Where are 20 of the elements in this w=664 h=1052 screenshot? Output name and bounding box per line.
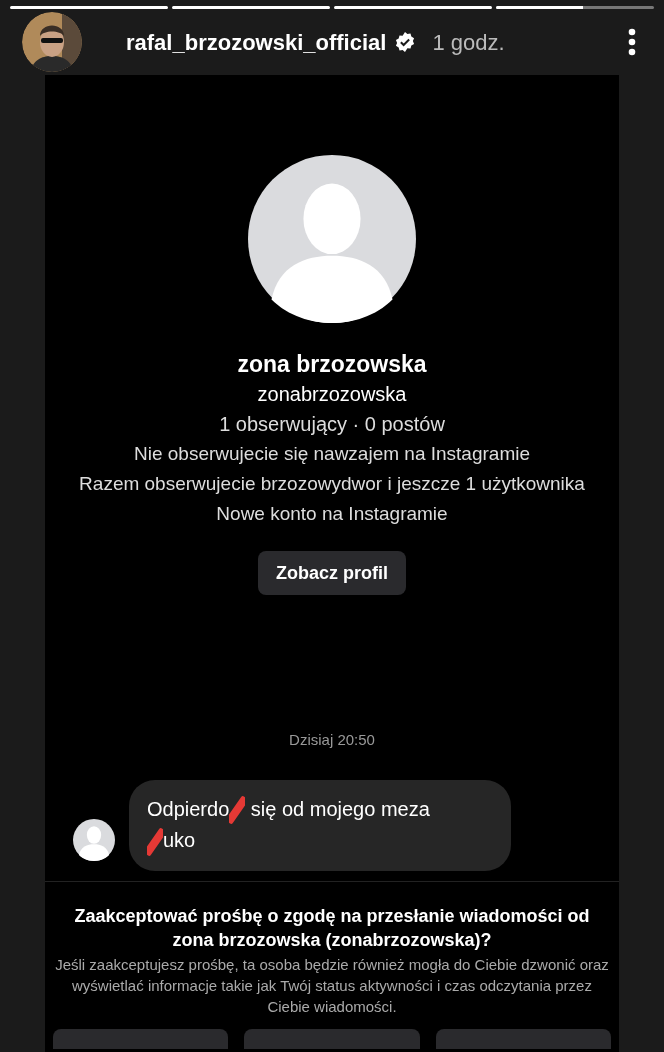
profile-handle: zonabrzozowska — [257, 382, 407, 407]
request-title: Zaakceptować prośbę o zgodę na przesłanie wiadomości od zona brzozowska (zonabrzozowska)? — [73, 904, 591, 952]
message-timestamp: Dzisiaj 20:50 — [289, 730, 375, 750]
profile-info: Nowe konto na Instagramie — [215, 502, 449, 526]
profile-stats: 1 obserwujący · 0 postów — [219, 412, 445, 437]
sender-avatar — [73, 818, 115, 861]
view-profile-button[interactable]: Zobacz profil — [258, 551, 406, 595]
message-text: Odpierdo — [147, 797, 230, 820]
action-button[interactable] — [244, 1028, 420, 1049]
action-button[interactable] — [53, 1028, 229, 1049]
message-text: się od mojego meza — [249, 797, 430, 820]
action-button[interactable] — [435, 1028, 611, 1049]
request-description: Jeśli zaakceptujesz prośbę, ta osoba będzie również mogła do Ciebie dzwonić oraz wyświetlać informacje takie jak Twój status aktywności i czas odczytania przez Ciebie wiadomości. — [54, 954, 610, 1017]
message-text: uko — [163, 829, 196, 852]
username[interactable]: rafal_brzozowski_official — [126, 25, 387, 59]
more-options-icon[interactable] — [628, 28, 636, 56]
post-time: 1 godz. — [432, 28, 505, 57]
profile-info: Razem obserwujecie brzozowydwor i jeszcze 1 użytkownika — [78, 472, 586, 496]
profile-info: Nie obserwujecie się nawzajem na Instagramie — [133, 442, 531, 466]
profile-name: zona brzozowska — [237, 350, 427, 379]
